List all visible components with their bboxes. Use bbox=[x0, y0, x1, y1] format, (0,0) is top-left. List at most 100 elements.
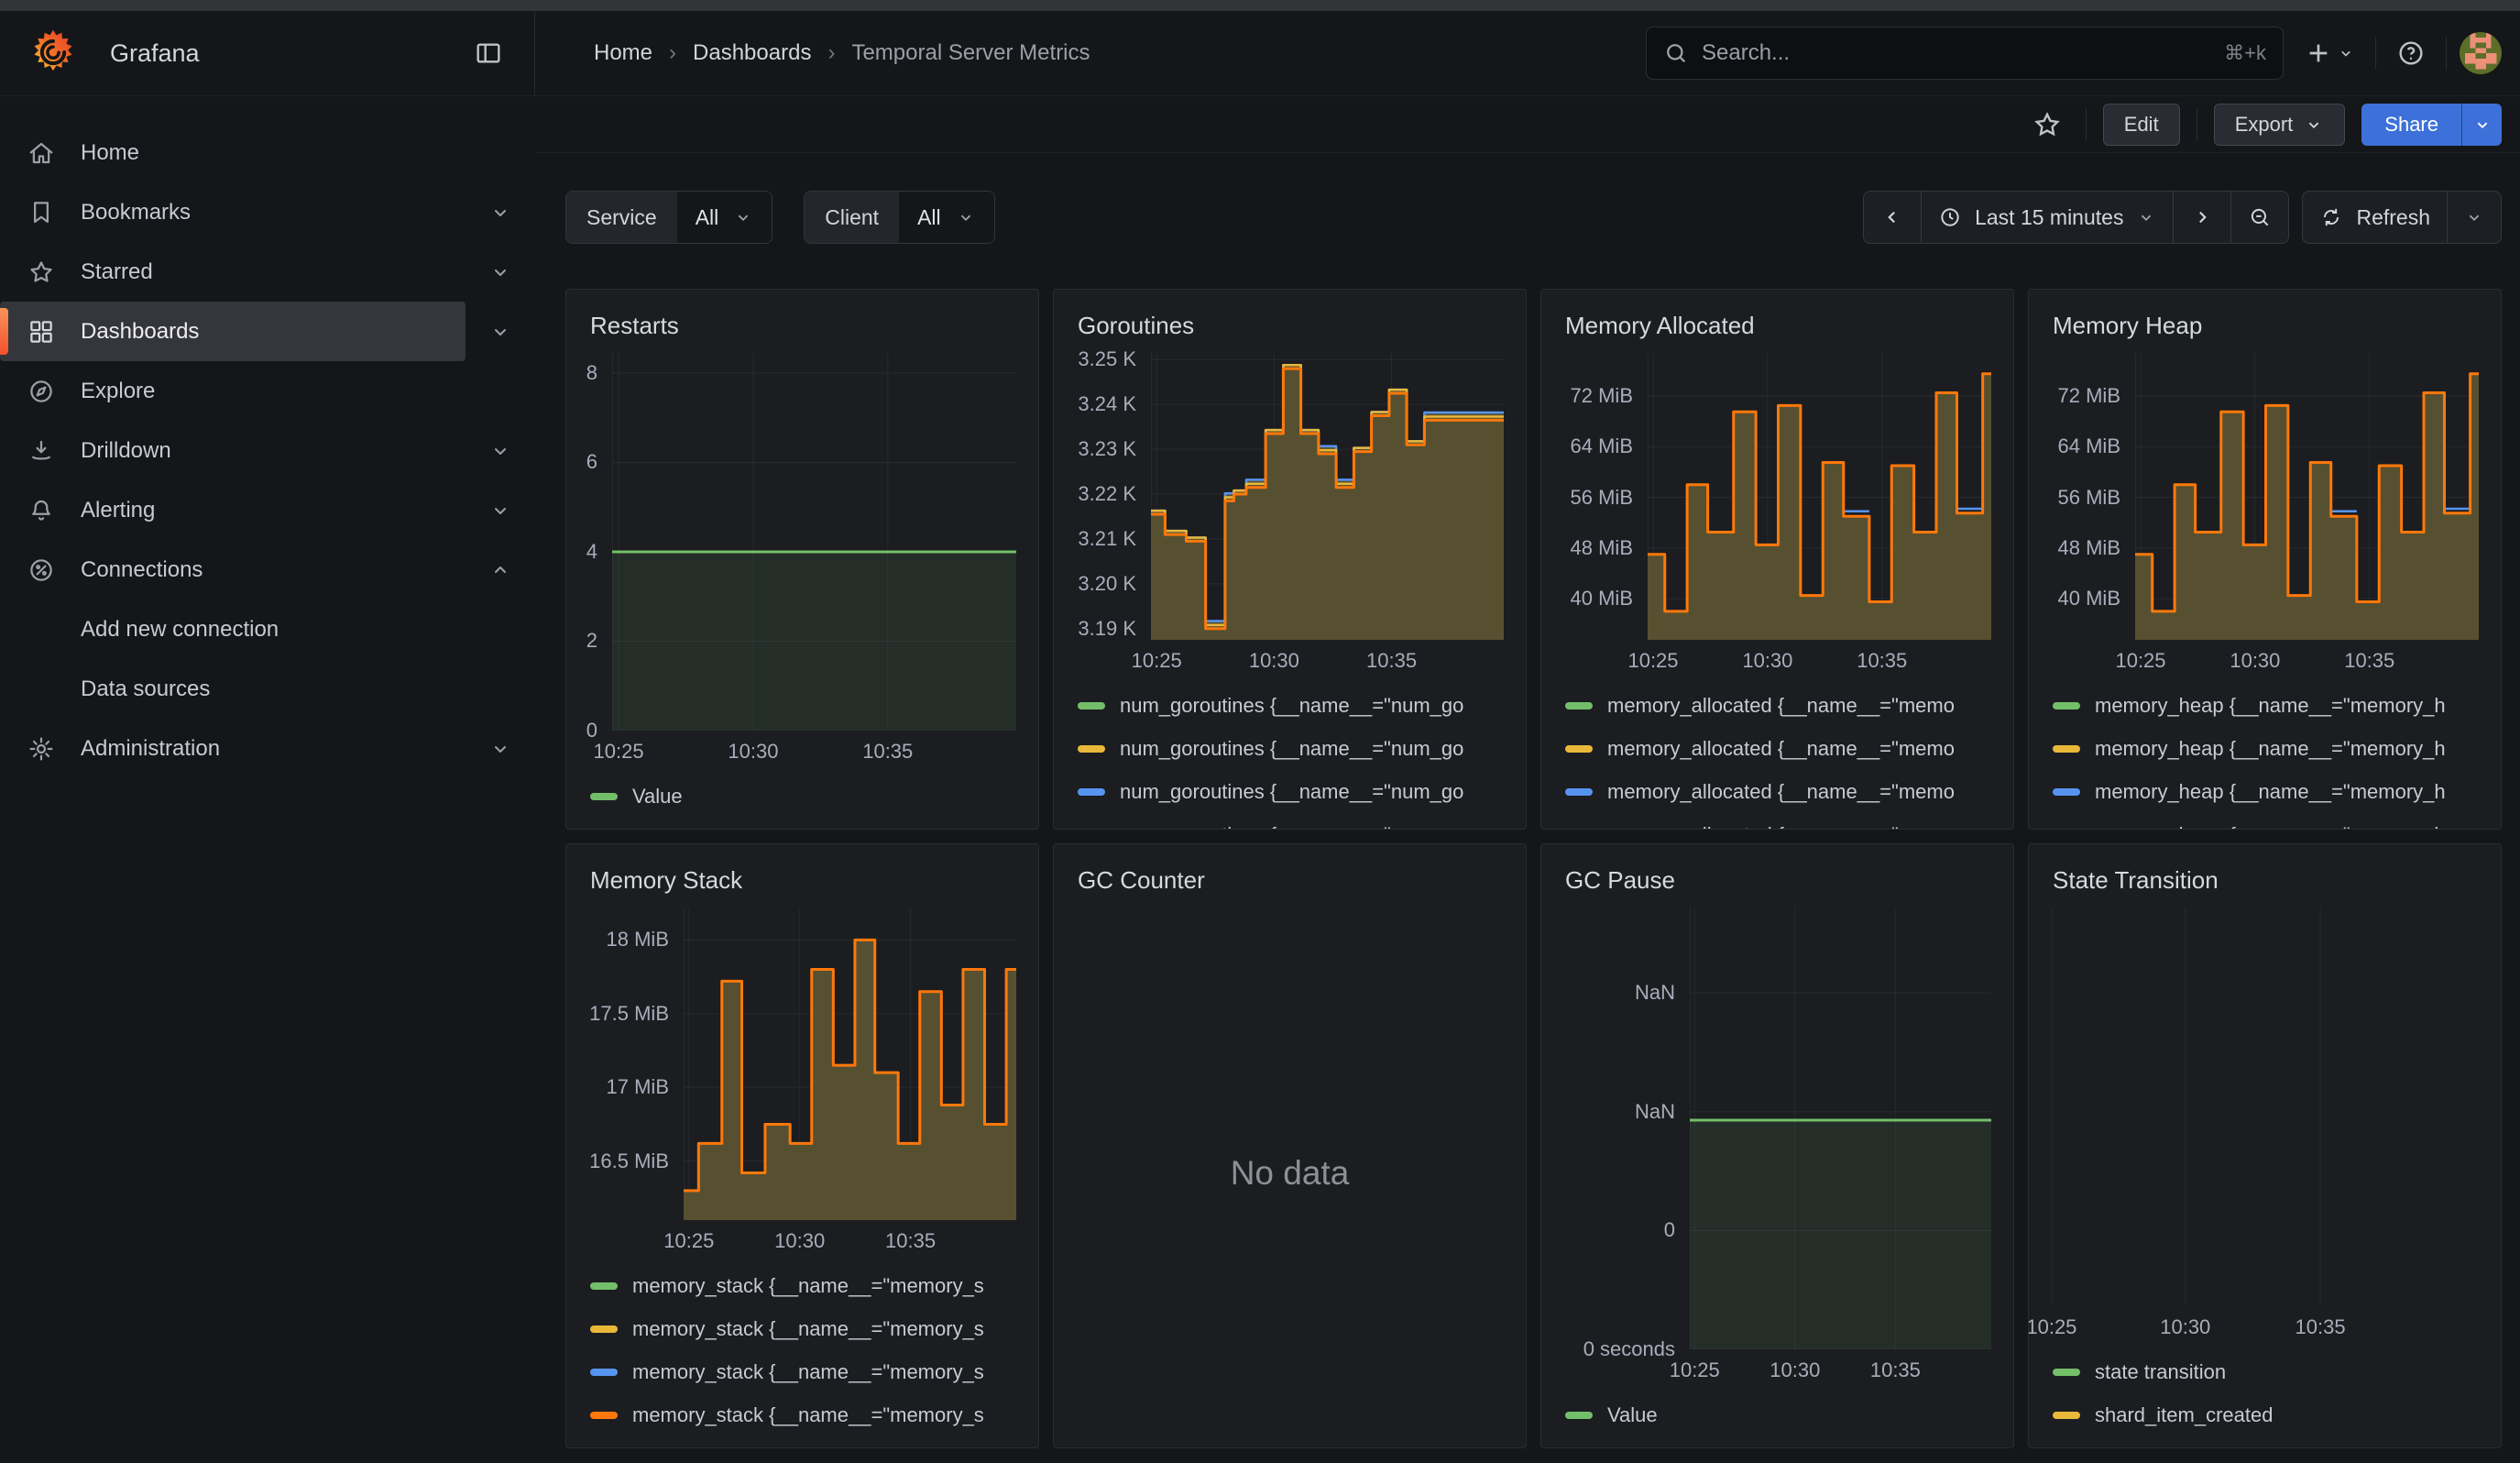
legend-item[interactable]: memory_stack {__name__="memory_s bbox=[590, 1264, 1027, 1307]
plot-area[interactable] bbox=[684, 908, 1016, 1220]
chevron-down-icon bbox=[489, 440, 511, 462]
panel-title[interactable]: Restarts bbox=[566, 290, 1038, 344]
plot-area[interactable] bbox=[1648, 353, 1991, 640]
chevron-down-icon bbox=[956, 207, 976, 227]
panel-chart[interactable]: 72 MiB64 MiB56 MiB48 MiB40 MiB 10:2510:3… bbox=[2029, 344, 2501, 682]
sidebar-item-explore: Explore bbox=[0, 361, 535, 421]
legend-label: num_goroutines {__name__="num_go bbox=[1120, 694, 1463, 718]
share-options-button[interactable] bbox=[2461, 104, 2502, 146]
legend-item[interactable]: num_goroutines {__name__="num_go bbox=[1078, 684, 1515, 727]
panel-chart[interactable]: 3.25 K3.24 K3.23 K3.22 K3.21 K3.20 K3.19… bbox=[1054, 344, 1526, 682]
panel-chart[interactable]: NaNNaN00 seconds 10:2510:3010:35 bbox=[1541, 898, 2013, 1392]
user-avatar[interactable] bbox=[2460, 32, 2502, 74]
expand-section-button[interactable] bbox=[466, 738, 535, 760]
legend-item[interactable]: num_goroutines {__name__="num_go bbox=[1078, 770, 1515, 813]
plot-area[interactable] bbox=[612, 353, 1016, 731]
sidebar-item-administration: Administration bbox=[0, 719, 535, 778]
panel-title[interactable]: GC Pause bbox=[1541, 844, 2013, 898]
legend-item[interactable]: num_goroutines {__name__="num_go bbox=[1078, 727, 1515, 770]
panel-chart[interactable]: 86420 10:2510:3010:35 bbox=[566, 344, 1038, 773]
expand-section-button[interactable] bbox=[466, 261, 535, 283]
legend-item[interactable]: memory_allocated {__name__="memo bbox=[1565, 813, 2002, 829]
y-axis-tick-label: 17.5 MiB bbox=[589, 1002, 669, 1026]
y-axis bbox=[2029, 908, 2036, 1306]
legend-item[interactable]: memory_heap {__name__="memory_h bbox=[2053, 813, 2490, 829]
legend-label: memory_stack {__name__="memory_s bbox=[632, 1403, 984, 1427]
y-axis-tick-label: 48 MiB bbox=[1571, 536, 1633, 560]
legend-item[interactable]: Value bbox=[590, 775, 1027, 818]
legend-item[interactable]: memory_allocated {__name__="memo bbox=[1565, 684, 2002, 727]
plot-area[interactable] bbox=[2036, 908, 2479, 1306]
bookmark-icon bbox=[27, 199, 55, 226]
panel-chart[interactable]: 72 MiB64 MiB56 MiB48 MiB40 MiB 10:2510:3… bbox=[1541, 344, 2013, 682]
expand-section-button[interactable] bbox=[466, 202, 535, 224]
sidebar-item-alerting: Alerting bbox=[0, 480, 535, 540]
x-axis-tick-label: 10:30 bbox=[1769, 1358, 1820, 1382]
add-new-button[interactable] bbox=[2296, 31, 2362, 75]
edit-button[interactable]: Edit bbox=[2103, 104, 2180, 146]
legend-item[interactable]: shard_item_created bbox=[2053, 1393, 2490, 1436]
panel-chart[interactable]: 18 MiB17.5 MiB17 MiB16.5 MiB 10:2510:301… bbox=[566, 898, 1038, 1262]
chevron-down-icon bbox=[2304, 115, 2324, 135]
y-axis-tick-label: 6 bbox=[586, 450, 597, 474]
breadcrumb-dashboards[interactable]: Dashboards bbox=[693, 40, 811, 66]
refresh-button[interactable]: Refresh bbox=[2302, 191, 2448, 244]
legend-item[interactable]: memory_heap {__name__="memory_h bbox=[2053, 727, 2490, 770]
star-dashboard-button[interactable] bbox=[2025, 103, 2069, 147]
header-divider bbox=[2446, 37, 2447, 70]
export-button[interactable]: Export bbox=[2214, 104, 2346, 146]
legend-item[interactable]: state transition bbox=[2053, 1350, 2490, 1393]
panel-title[interactable]: Goroutines bbox=[1054, 290, 1526, 344]
x-axis-tick-label: 10:25 bbox=[1627, 649, 1678, 673]
panel-title[interactable]: Memory Heap bbox=[2029, 290, 2501, 344]
expand-section-button[interactable] bbox=[466, 500, 535, 522]
panel-title[interactable]: Memory Allocated bbox=[1541, 290, 2013, 344]
legend-item[interactable]: memory_allocated {__name__="memo bbox=[1565, 727, 2002, 770]
panel-title[interactable]: GC Counter bbox=[1054, 844, 1526, 898]
zoom-out-time-button[interactable] bbox=[2230, 191, 2289, 244]
dock-sidebar-toggle-button[interactable] bbox=[466, 31, 510, 75]
panel-title[interactable]: Memory Stack bbox=[566, 844, 1038, 898]
legend-label: num_goroutines {__name__="num_go bbox=[1120, 823, 1463, 830]
panel-goroutines: Goroutines 3.25 K3.24 K3.23 K3.22 K3.21 … bbox=[1053, 289, 1527, 830]
panel-legend: state transition shard_item_created bbox=[2029, 1348, 2501, 1447]
sidebar-item-drilldown: Drilldown bbox=[0, 421, 535, 480]
legend-item[interactable]: Value bbox=[1565, 1393, 2002, 1436]
sidebar-item-dashboards: Dashboards bbox=[0, 302, 535, 361]
legend-item[interactable]: num_goroutines {__name__="num_go bbox=[1078, 813, 1515, 829]
chevron-left-icon bbox=[1880, 205, 1904, 229]
time-shift-forward-button[interactable] bbox=[2173, 191, 2231, 244]
legend-swatch-icon bbox=[2053, 788, 2080, 796]
legend-label: memory_stack {__name__="memory_s bbox=[632, 1274, 984, 1298]
legend-item[interactable]: memory_stack {__name__="memory_s bbox=[590, 1393, 1027, 1436]
breadcrumb-separator: › bbox=[669, 40, 676, 66]
legend-item[interactable]: memory_stack {__name__="memory_s bbox=[590, 1350, 1027, 1393]
legend-item[interactable]: memory_allocated {__name__="memo bbox=[1565, 770, 2002, 813]
plot-area[interactable] bbox=[2135, 353, 2479, 640]
y-axis-tick-label: 40 MiB bbox=[1571, 587, 1633, 610]
expand-section-button[interactable] bbox=[466, 559, 535, 581]
help-button[interactable] bbox=[2389, 31, 2433, 75]
legend-item[interactable]: memory_stack {__name__="memory_s bbox=[590, 1307, 1027, 1350]
panel-title[interactable]: State Transition bbox=[2029, 844, 2501, 898]
search-input[interactable] bbox=[1702, 40, 2211, 66]
legend-item[interactable]: memory_heap {__name__="memory_h bbox=[2053, 770, 2490, 813]
refresh-interval-button[interactable] bbox=[2447, 191, 2502, 244]
search-input-container[interactable]: ⌘+k bbox=[1646, 27, 2284, 80]
expand-section-button[interactable] bbox=[466, 321, 535, 343]
breadcrumb-home[interactable]: Home bbox=[594, 40, 652, 66]
time-range-picker-button[interactable]: Last 15 minutes bbox=[1921, 191, 2174, 244]
header-brand-section: Grafana bbox=[0, 11, 535, 95]
legend-label: memory_allocated {__name__="memo bbox=[1607, 823, 1955, 830]
share-button[interactable]: Share bbox=[2361, 104, 2461, 146]
service-variable-select[interactable]: All bbox=[677, 192, 772, 243]
expand-section-button[interactable] bbox=[466, 440, 535, 462]
panel-chart[interactable]: 10:2510:3010:35 bbox=[2029, 898, 2501, 1348]
legend-swatch-icon bbox=[1565, 702, 1593, 710]
plot-area[interactable] bbox=[1151, 353, 1504, 640]
plot-area[interactable] bbox=[1690, 908, 1991, 1349]
time-shift-back-button[interactable] bbox=[1863, 191, 1922, 244]
bell-icon bbox=[27, 497, 55, 524]
legend-item[interactable]: memory_heap {__name__="memory_h bbox=[2053, 684, 2490, 727]
client-variable-select[interactable]: All bbox=[899, 192, 994, 243]
